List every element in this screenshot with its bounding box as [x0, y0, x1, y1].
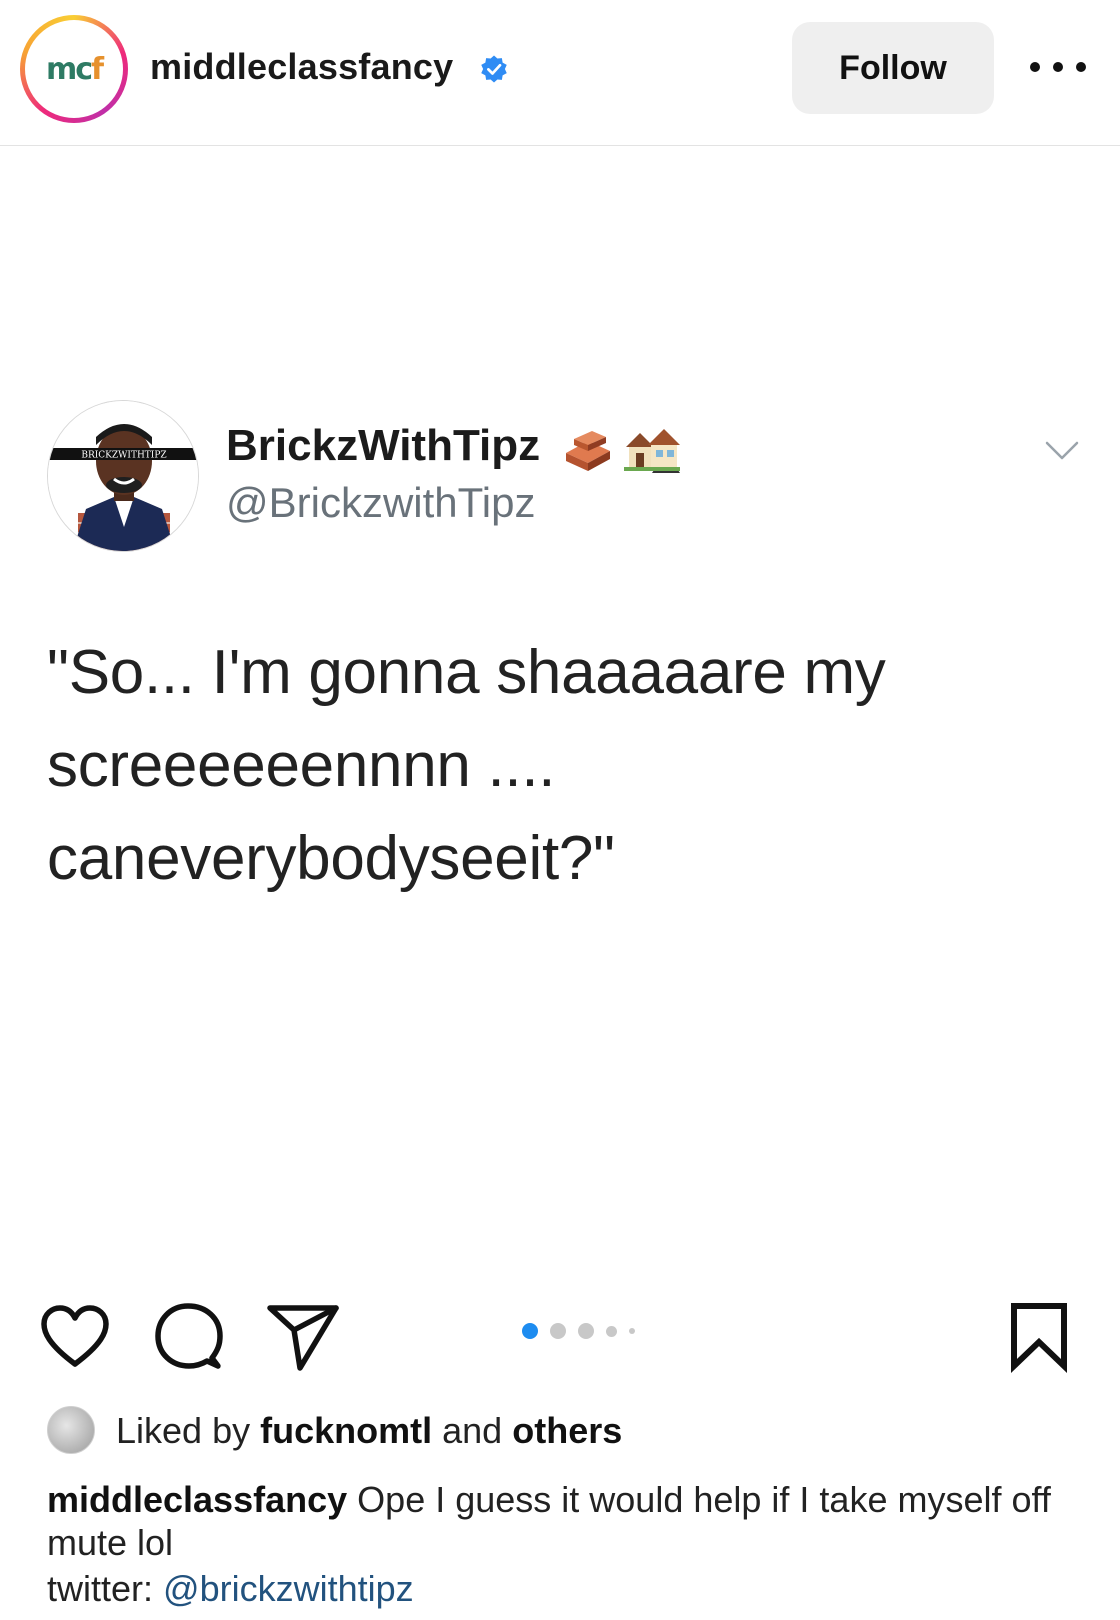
liked-by-text[interactable]: Liked by fucknomtl and others: [116, 1410, 622, 1452]
profile-username[interactable]: middleclassfancy: [150, 46, 453, 88]
svg-text:BRICKZWITHTIPZ: BRICKZWITHTIPZ: [81, 451, 166, 461]
liker-username[interactable]: fucknomtl: [260, 1410, 432, 1451]
follow-button[interactable]: Follow: [792, 22, 994, 114]
cartoon-portrait-icon: BRICKZWITHTIPZ: [48, 401, 198, 551]
caption-author[interactable]: middleclassfancy: [47, 1479, 347, 1520]
tweet-display-name: BrickzWithTipz: [226, 421, 541, 470]
houses-emoji-icon: [624, 429, 680, 473]
like-heart-icon[interactable]: [38, 1300, 112, 1374]
post-caption: middleclassfancy Ope I guess it would he…: [47, 1478, 1087, 1564]
chevron-down-icon: [1045, 441, 1079, 460]
caption-twitter-line: twitter: @brickzwithtipz: [47, 1568, 414, 1609]
carousel-dot: [629, 1328, 635, 1334]
likes-others-link[interactable]: others: [512, 1410, 622, 1451]
carousel-dot: [550, 1323, 566, 1339]
carousel-dot: [606, 1325, 617, 1337]
liker-avatar[interactable]: [47, 1406, 95, 1454]
more-options-icon[interactable]: [1030, 52, 1086, 82]
carousel-dot: [578, 1323, 594, 1339]
profile-avatar[interactable]: mc f: [20, 15, 128, 123]
share-paper-plane-icon[interactable]: [266, 1300, 340, 1374]
carousel-indicator: [522, 1321, 647, 1341]
verified-badge-icon: [481, 55, 507, 83]
tweet-author-avatar: BRICKZWITHTIPZ: [47, 400, 199, 552]
bookmark-save-icon[interactable]: [1002, 1300, 1076, 1374]
twitter-handle-link[interactable]: @brickzwithtipz: [163, 1568, 414, 1609]
post-header: mc f middleclassfancy Follow: [0, 0, 1120, 146]
carousel-dot-active: [522, 1323, 538, 1339]
brick-emoji-icon: [566, 431, 610, 471]
tweet-text: "So... I'm gonna shaaaaare my screeeeeen…: [47, 638, 886, 893]
comment-bubble-icon[interactable]: [152, 1300, 226, 1374]
tweet-handle: @BrickzwithTipz: [226, 479, 536, 526]
mcf-logo: mc f: [45, 51, 104, 87]
